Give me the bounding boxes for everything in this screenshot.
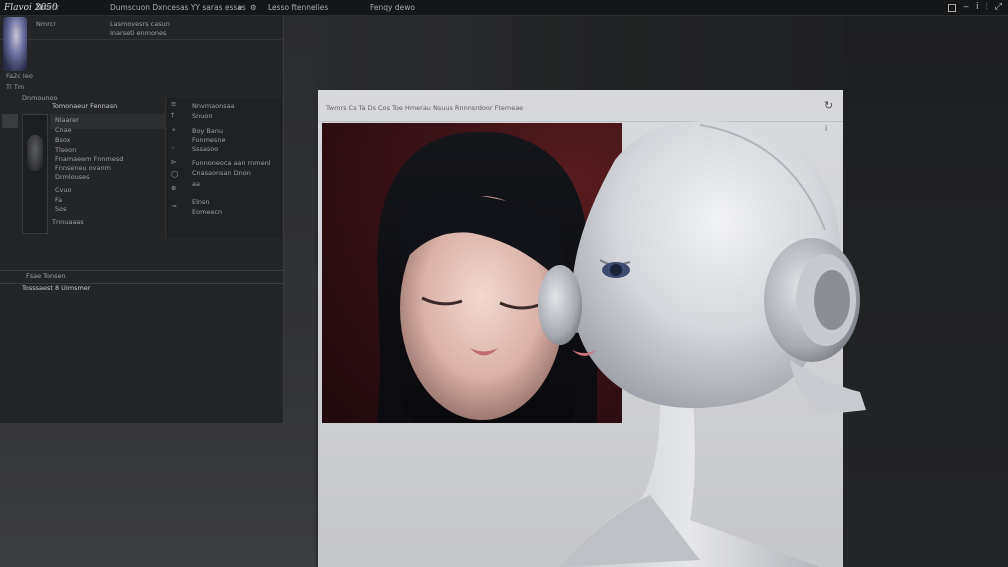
robot-figure <box>538 121 866 567</box>
screen: Flavoi 2050 Nmrcr Dumscuon Dxncesas YY s… <box>0 0 1008 567</box>
